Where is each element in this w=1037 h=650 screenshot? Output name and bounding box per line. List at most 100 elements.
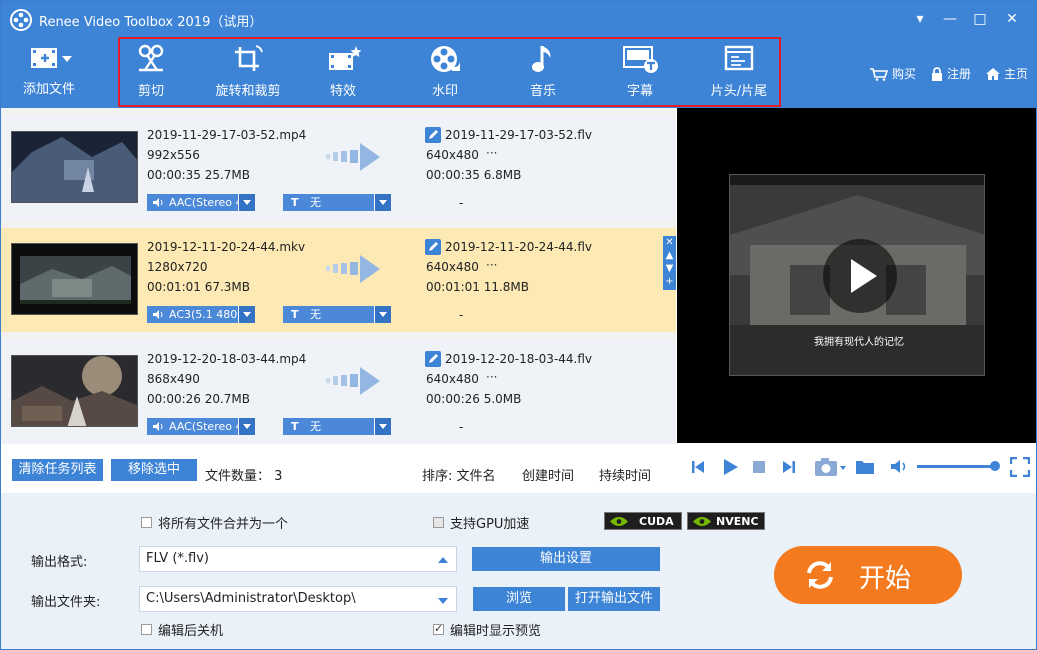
file-row[interactable]: 2019-11-29-17-03-52.mp4 992x556 00:00:35…: [1, 116, 676, 220]
convert-arrow-icon: [326, 367, 380, 395]
rotate-crop-button[interactable]: 旋转和裁剪: [209, 44, 287, 104]
output-file-name: 2019-11-29-17-03-52.flv: [445, 128, 593, 142]
volume-icon[interactable]: [890, 459, 908, 474]
source-resolution: 1280x720: [147, 260, 208, 274]
skip-forward-icon[interactable]: [781, 459, 797, 475]
output-resolution: 640x480: [426, 148, 479, 162]
edit-output-icon[interactable]: [425, 239, 441, 255]
output-more-button[interactable]: ···: [486, 146, 497, 160]
music-button[interactable]: 音乐: [521, 44, 565, 104]
home-link[interactable]: 主页: [985, 65, 1028, 82]
cuda-badge: CUDA: [604, 512, 682, 530]
output-settings-button[interactable]: 输出设置: [472, 547, 660, 571]
add-row-icon[interactable]: +: [663, 275, 676, 288]
app-logo-icon: [10, 9, 32, 31]
speaker-icon: [153, 310, 163, 319]
output-folder-select[interactable]: C:\Users\Administrator\Desktop\: [139, 586, 457, 612]
chevron-down-icon: [238, 194, 255, 211]
source-file-name: 2019-12-11-20-24-44.mkv: [147, 240, 306, 254]
register-label: 注册: [946, 67, 971, 81]
list-divider: [1, 332, 676, 340]
move-down-icon[interactable]: ▼: [663, 262, 676, 275]
menu-dropdown-icon[interactable]: ▾: [907, 9, 933, 29]
subtitle-dropdown[interactable]: T 无: [283, 418, 391, 435]
output-duration-size: 00:00:35 6.8MB: [426, 168, 522, 182]
remove-selected-button[interactable]: 移除选中: [111, 459, 197, 481]
row-side-controls: ✕ ▲ ▼ +: [663, 236, 676, 290]
add-file-button[interactable]: 添加文件: [15, 44, 83, 104]
close-button[interactable]: ✕: [999, 9, 1025, 29]
snapshot-icon[interactable]: [814, 457, 848, 477]
remove-row-icon[interactable]: ✕: [663, 236, 676, 249]
preview-caption: 我拥有现代人的记忆: [814, 337, 904, 348]
file-row[interactable]: 2019-12-20-18-03-44.mp4 868x490 00:00:26…: [1, 340, 676, 444]
buy-link[interactable]: 购买: [869, 65, 916, 82]
play-overlay-button[interactable]: [823, 239, 897, 313]
audio-track-value: AAC(Stereo 4: [169, 196, 243, 209]
convert-arrow-icon: [326, 255, 380, 283]
buy-label: 购买: [891, 67, 916, 81]
chevron-up-icon: [438, 557, 448, 563]
output-settings-panel: 将所有文件合并为一个 支持GPU加速 CUDA NVENC 输出格式: FLV …: [1, 493, 1036, 649]
merge-files-checkbox[interactable]: 将所有文件合并为一个: [141, 513, 288, 532]
browse-button[interactable]: 浏览: [473, 587, 565, 611]
stop-icon[interactable]: [753, 461, 765, 473]
chevron-down-icon: [438, 598, 448, 604]
volume-slider-handle[interactable]: [990, 461, 1000, 471]
text-icon: T: [291, 420, 299, 433]
subtitle-dropdown[interactable]: T 无: [283, 194, 391, 211]
maximize-button[interactable]: □: [967, 9, 993, 29]
toolbar: 添加文件 剪切 旋转和裁剪 特效 水印 音乐 字幕 片头/片尾 购买 注册 主页: [1, 38, 1036, 108]
audio-track-dropdown[interactable]: AAC(Stereo 4: [147, 194, 255, 211]
watermark-button[interactable]: 水印: [423, 44, 467, 104]
checkbox-box-checked: [433, 622, 444, 635]
sort-by-created-time[interactable]: 创建时间: [522, 465, 574, 484]
effects-icon: [329, 46, 362, 70]
play-icon[interactable]: [721, 458, 739, 476]
placeholder-dash: -: [459, 420, 464, 434]
subtitle-button[interactable]: 字幕: [618, 44, 662, 104]
add-video-icon: [31, 48, 72, 68]
output-format-select[interactable]: FLV (*.flv): [139, 546, 457, 572]
nvidia-logo-icon: [610, 517, 628, 526]
edit-output-icon[interactable]: [425, 351, 441, 367]
cut-button[interactable]: 剪切: [129, 44, 173, 104]
output-file-name: 2019-12-20-18-03-44.flv: [445, 352, 593, 366]
skip-back-icon[interactable]: [690, 459, 706, 475]
clear-task-list-button[interactable]: 清除任务列表: [12, 459, 103, 481]
start-button[interactable]: 开始: [774, 546, 962, 604]
list-action-bar: 清除任务列表 移除选中 文件数量： 3 排序: 文件名 创建时间 持续时间: [1, 448, 676, 493]
gpu-acceleration-checkbox[interactable]: 支持GPU加速: [433, 513, 529, 532]
output-more-button[interactable]: ···: [486, 258, 497, 272]
edit-output-icon[interactable]: [425, 127, 441, 143]
output-more-button[interactable]: ···: [486, 370, 497, 384]
intro-outro-button[interactable]: 片头/片尾: [704, 44, 774, 104]
audio-track-value: AC3(5.1 4800: [169, 308, 245, 321]
show-preview-checkbox[interactable]: 编辑时显示预览: [433, 620, 541, 639]
volume-slider[interactable]: [917, 465, 995, 468]
subtitle-dropdown[interactable]: T 无: [283, 306, 391, 323]
file-row-selected[interactable]: 2019-12-11-20-24-44.mkv 1280x720 00:01:0…: [1, 228, 676, 332]
open-output-folder-button[interactable]: 打开输出文件: [568, 587, 660, 611]
source-duration-size: 00:00:35 25.7MB: [147, 168, 251, 182]
audio-track-dropdown[interactable]: AC3(5.1 4800: [147, 306, 255, 323]
move-up-icon[interactable]: ▲: [663, 249, 676, 262]
folder-icon[interactable]: [855, 458, 875, 475]
register-link[interactable]: 注册: [930, 65, 971, 82]
audio-track-dropdown[interactable]: AAC(Stereo 4: [147, 418, 255, 435]
home-icon: [985, 67, 1000, 80]
effects-button[interactable]: 特效: [321, 44, 365, 104]
minimize-button[interactable]: —: [937, 9, 963, 29]
sort-by-filename[interactable]: 排序: 文件名: [422, 465, 496, 484]
lock-icon: [931, 66, 942, 81]
output-file-name: 2019-12-11-20-24-44.flv: [445, 240, 593, 254]
refresh-icon: [807, 561, 833, 589]
file-list: 2019-11-29-17-03-52.mp4 992x556 00:00:35…: [1, 108, 676, 448]
subtitle-value: 无: [310, 308, 322, 321]
fullscreen-icon[interactable]: [1010, 457, 1030, 477]
cart-icon: [869, 67, 889, 81]
shutdown-after-checkbox[interactable]: 编辑后关机: [141, 620, 223, 639]
output-folder-label: 输出文件夹:: [31, 595, 101, 610]
speaker-icon: [153, 422, 163, 431]
sort-by-duration[interactable]: 持续时间: [599, 465, 651, 484]
